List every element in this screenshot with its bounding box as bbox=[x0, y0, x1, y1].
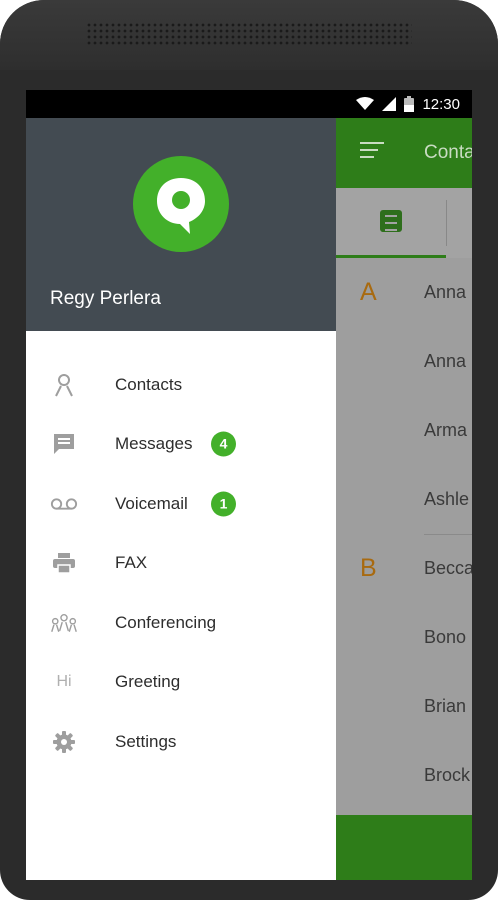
app-toolbar: Conta bbox=[336, 118, 472, 188]
menu-item-greeting[interactable]: Hi Greeting bbox=[26, 653, 336, 713]
status-bar: 12:30 bbox=[26, 90, 472, 118]
phone-frame: 12:30 Conta A Anna Anna Arma Ashle B Bec… bbox=[0, 0, 498, 900]
hi-icon: Hi bbox=[50, 668, 78, 696]
menu-item-label: Messages bbox=[115, 434, 193, 454]
menu-item-label: Conferencing bbox=[115, 612, 217, 632]
menu-item-voicemail[interactable]: Voicemail 1 bbox=[26, 474, 336, 534]
message-icon bbox=[50, 430, 78, 458]
menu-icon[interactable] bbox=[360, 142, 384, 164]
printer-icon bbox=[50, 549, 78, 577]
drawer-header: Regy Perlera bbox=[26, 118, 336, 331]
list-item[interactable]: Arma bbox=[336, 396, 472, 465]
signal-icon bbox=[382, 97, 397, 111]
voicemail-count-badge: 1 bbox=[211, 491, 236, 517]
user-name: Regy Perlera bbox=[50, 288, 161, 309]
contact-list: A Anna Anna Arma Ashle B Becca Bono Bria… bbox=[336, 258, 472, 810]
contact-name: Anna bbox=[424, 351, 467, 371]
contact-name: Becca bbox=[424, 558, 472, 578]
menu-item-label: Voicemail bbox=[115, 493, 188, 513]
toolbar-title: Conta bbox=[424, 142, 472, 163]
phone-top-bezel bbox=[0, 0, 498, 70]
list-item[interactable]: Bono bbox=[336, 603, 472, 672]
tab-bar bbox=[336, 188, 472, 258]
messages-count-badge: 4 bbox=[211, 431, 236, 457]
menu-item-fax[interactable]: FAX bbox=[26, 534, 336, 594]
speaker-grille bbox=[86, 22, 412, 46]
list-item[interactable]: Ashle bbox=[336, 465, 472, 534]
menu-item-settings[interactable]: Settings bbox=[26, 712, 336, 772]
list-item[interactable]: Brock bbox=[336, 741, 472, 810]
group-icon bbox=[50, 609, 78, 637]
list-item[interactable]: Anna bbox=[336, 327, 472, 396]
menu-item-conferencing[interactable]: Conferencing bbox=[26, 593, 336, 653]
screen: 12:30 Conta A Anna Anna Arma Ashle B Bec… bbox=[26, 90, 472, 880]
wifi-icon bbox=[356, 97, 375, 110]
list-item[interactable]: B Becca bbox=[336, 534, 472, 603]
menu-item-label: Settings bbox=[115, 731, 177, 751]
drawer-menu: Contacts Messages 4 Voicemail 1 FAX Conf… bbox=[26, 355, 336, 772]
contact-name: Brian bbox=[424, 696, 467, 716]
voicemail-icon bbox=[50, 490, 78, 518]
person-icon bbox=[50, 371, 78, 399]
contact-name: Brock bbox=[424, 765, 471, 785]
contact-name: Bono bbox=[424, 627, 467, 647]
menu-item-messages[interactable]: Messages 4 bbox=[26, 415, 336, 475]
tab-divider bbox=[446, 200, 447, 246]
menu-item-label: Greeting bbox=[115, 672, 181, 692]
contact-name: Arma bbox=[424, 420, 468, 440]
list-item[interactable]: A Anna bbox=[336, 258, 472, 327]
app-logo bbox=[133, 156, 229, 252]
section-letter: B bbox=[360, 554, 377, 582]
status-time: 12:30 bbox=[422, 95, 460, 113]
contact-name: Ashle bbox=[424, 489, 470, 509]
bottom-bar bbox=[336, 815, 472, 880]
menu-item-label: FAX bbox=[115, 553, 148, 573]
section-letter: A bbox=[360, 278, 377, 306]
gear-icon bbox=[50, 728, 78, 756]
menu-item-label: Contacts bbox=[115, 374, 183, 394]
contacts-tab-icon[interactable] bbox=[380, 210, 402, 232]
section-divider bbox=[424, 534, 472, 535]
contact-name: Anna bbox=[424, 282, 467, 302]
list-item[interactable]: Brian bbox=[336, 672, 472, 741]
battery-icon bbox=[404, 96, 415, 112]
navigation-drawer: Regy Perlera Contacts Messages 4 Voicema… bbox=[26, 118, 336, 880]
menu-item-contacts[interactable]: Contacts bbox=[26, 355, 336, 415]
hi-icon-text: Hi bbox=[56, 673, 72, 691]
location-pin-icon bbox=[157, 178, 205, 234]
